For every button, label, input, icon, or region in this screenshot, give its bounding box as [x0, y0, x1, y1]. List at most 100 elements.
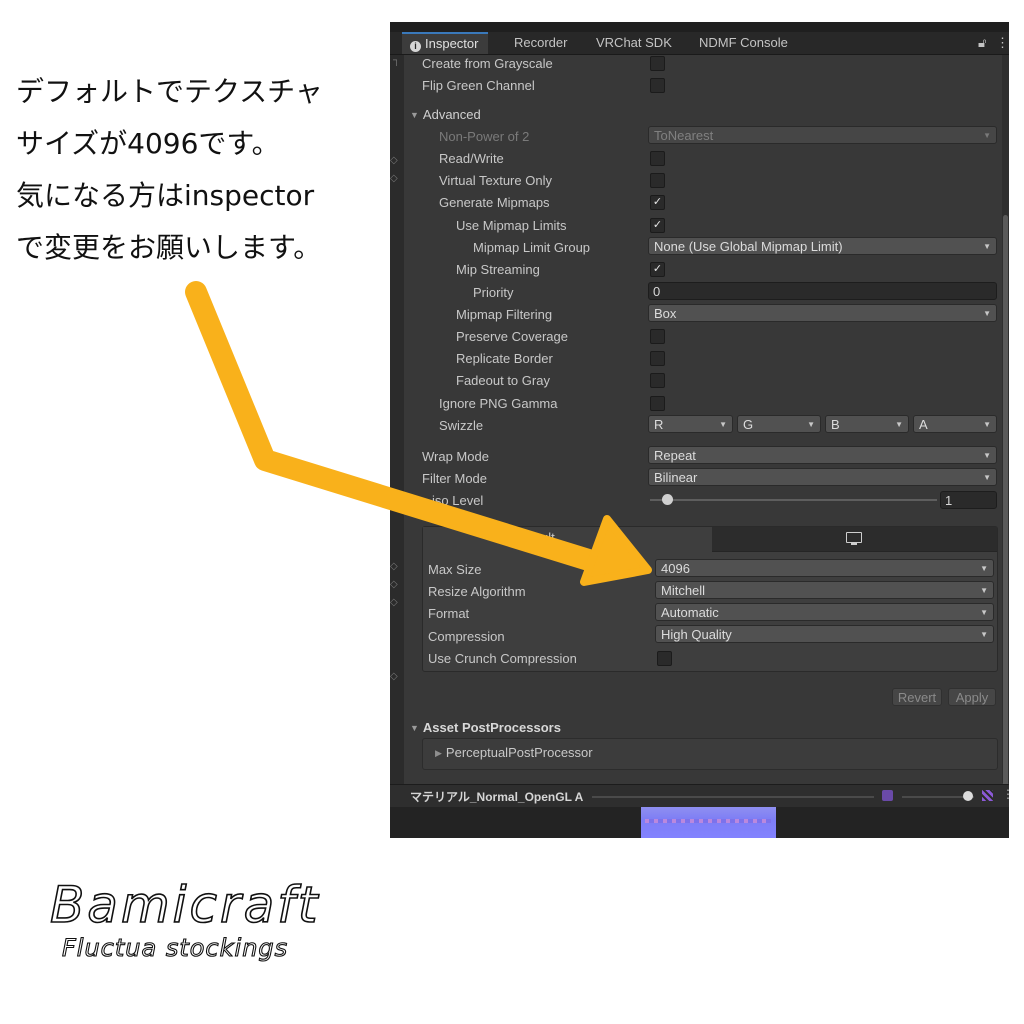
- chevron-down-icon: ▼: [980, 608, 988, 617]
- logo-title: Bamicraft: [50, 876, 320, 934]
- gutter-bracket-icon: ┐: [393, 55, 401, 66]
- preserve-coverage-checkbox[interactable]: [650, 329, 665, 344]
- gutter-diamond-icon: ◇: [390, 597, 398, 608]
- swizzle-a-dropdown[interactable]: A ▼: [913, 415, 997, 433]
- max-size-value: 4096: [661, 561, 690, 576]
- read-write-checkbox[interactable]: [650, 151, 665, 166]
- tab-platform-default-label: ult: [541, 530, 555, 545]
- swizzle-r-value: R: [654, 417, 664, 432]
- tab-vrchat-sdk[interactable]: VRChat SDK: [594, 32, 674, 54]
- chevron-down-icon: ▼: [983, 242, 991, 251]
- swizzle-b-dropdown[interactable]: B ▼: [825, 415, 909, 433]
- mipmap-limit-group-dropdown[interactable]: None (Use Global Mipmap Limit) ▼: [648, 237, 997, 255]
- tab-bar: i Inspector Recorder VRChat SDK NDMF Cons…: [390, 32, 1009, 55]
- note-line-4: で変更をお願いします。: [16, 231, 322, 264]
- swizzle-b-value: B: [831, 417, 840, 432]
- chevron-down-icon: ▼: [983, 451, 991, 460]
- compression-dropdown[interactable]: High Quality ▼: [655, 625, 994, 643]
- mipmap-filtering-dropdown[interactable]: Box ▼: [648, 304, 997, 322]
- create-from-grayscale-checkbox[interactable]: [650, 56, 665, 71]
- note-line-2: サイズが4096です。: [16, 127, 280, 160]
- advanced-foldout[interactable]: ▼ Advanced: [410, 107, 481, 122]
- tab-inspector[interactable]: i Inspector: [402, 32, 489, 54]
- normal-map-preview: [641, 807, 776, 838]
- kebab-menu-icon[interactable]: ⋮: [996, 35, 1009, 51]
- chevron-down-icon: ▼: [983, 309, 991, 318]
- gutter-diamond-icon: ◇: [390, 155, 398, 166]
- generate-mipmaps-checkbox[interactable]: ✓: [650, 195, 665, 210]
- asset-postprocessors-title: Asset PostProcessors: [422, 720, 561, 735]
- revert-button[interactable]: Revert: [892, 688, 942, 706]
- chevron-down-icon: ▼: [807, 420, 815, 429]
- tab-platform-pc[interactable]: [712, 527, 997, 552]
- scrollbar-thumb[interactable]: [1003, 215, 1008, 805]
- aniso-level-slider-knob[interactable]: [661, 494, 673, 505]
- tab-ndmf-console[interactable]: NDMF Console: [697, 32, 790, 54]
- swizzle-r-dropdown[interactable]: R ▼: [648, 415, 733, 433]
- create-from-grayscale-label: Create from Grayscale: [422, 56, 553, 71]
- use-mipmap-limits-checkbox[interactable]: ✓: [650, 218, 665, 233]
- foldout-open-icon: ▼: [410, 723, 419, 733]
- flip-green-channel-checkbox[interactable]: [650, 78, 665, 93]
- swizzle-g-dropdown[interactable]: G ▼: [737, 415, 821, 433]
- max-size-label: Max Size: [428, 562, 482, 577]
- aniso-level-field[interactable]: 1: [940, 491, 997, 509]
- priority-label: Priority: [473, 285, 514, 300]
- use-crunch-compression-checkbox[interactable]: [657, 651, 672, 666]
- lock-icon[interactable]: 🔓︎: [978, 35, 986, 51]
- bamicraft-logo: Bamicraft Fluctua stockings: [49, 875, 320, 962]
- non-power-of-2-label: Non-Power of 2: [439, 129, 530, 144]
- format-label: Format: [428, 606, 470, 621]
- filter-mode-label: Filter Mode: [422, 471, 488, 486]
- max-size-dropdown[interactable]: 4096 ▼: [655, 559, 994, 577]
- use-crunch-compression-label: Use Crunch Compression: [428, 651, 577, 666]
- monitor-icon: [846, 532, 862, 545]
- ignore-png-gamma-checkbox[interactable]: [650, 396, 665, 411]
- left-gutter: ┐ ◇ ◇ ◇ ◇ ◇ ◇ ◇: [390, 55, 404, 805]
- mip-streaming-checkbox[interactable]: ✓: [650, 262, 665, 277]
- mip-slider-knob[interactable]: [963, 791, 973, 801]
- replicate-border-checkbox[interactable]: [650, 351, 665, 366]
- info-icon: i: [410, 41, 421, 52]
- gutter-diamond-icon: ◇: [390, 579, 398, 590]
- apply-button[interactable]: Apply: [948, 688, 996, 706]
- fadeout-to-gray-checkbox[interactable]: [650, 373, 665, 388]
- tab-recorder[interactable]: Recorder: [512, 32, 569, 54]
- swizzle-label: Swizzle: [439, 418, 484, 433]
- preview-title: マテリアル_Normal_OpenGL A: [410, 790, 584, 804]
- virtual-texture-only-label: Virtual Texture Only: [439, 173, 552, 188]
- kebab-menu-icon[interactable]: ⋮: [1002, 787, 1009, 801]
- tab-platform-default[interactable]: ult: [423, 527, 712, 551]
- resize-algorithm-dropdown[interactable]: Mitchell ▼: [655, 581, 994, 599]
- priority-field[interactable]: 0: [648, 282, 997, 300]
- chevron-down-icon: ▼: [983, 131, 991, 140]
- chevron-down-icon: ▼: [980, 630, 988, 639]
- preview-header: マテリアル_Normal_OpenGL A ⋮: [390, 784, 1009, 807]
- platform-settings-panel: ult Max Size 4096 ▼ Resize Algorithm Mitc…: [422, 526, 998, 672]
- compression-label: Compression: [428, 629, 505, 644]
- swizzle-a-value: A: [919, 417, 928, 432]
- use-mipmap-limits-label: Use Mipmap Limits: [456, 218, 567, 233]
- compression-value: High Quality: [661, 627, 732, 642]
- color-channel-icon[interactable]: [882, 790, 893, 801]
- non-power-of-2-dropdown[interactable]: ToNearest ▼: [648, 126, 997, 144]
- wrap-mode-dropdown[interactable]: Repeat ▼: [648, 446, 997, 464]
- aniso-level-slider-track[interactable]: [650, 499, 937, 501]
- gutter-diamond-icon: ◇: [390, 671, 398, 682]
- gutter-diamond-icon: ◇: [390, 173, 398, 184]
- asset-postprocessors-foldout[interactable]: ▼ Asset PostProcessors: [410, 720, 561, 735]
- virtual-texture-only-checkbox[interactable]: [650, 173, 665, 188]
- alpha-checker-icon[interactable]: [982, 790, 993, 801]
- format-dropdown[interactable]: Automatic ▼: [655, 603, 994, 621]
- filter-mode-dropdown[interactable]: Bilinear ▼: [648, 468, 997, 486]
- mipmap-filtering-label: Mipmap Filtering: [456, 307, 553, 322]
- generate-mipmaps-label: Generate Mipmaps: [439, 195, 550, 210]
- inspector-scrollbar[interactable]: [1002, 55, 1009, 805]
- aniso-level-label: iso Level: [432, 493, 484, 508]
- mipmap-limit-group-value: None (Use Global Mipmap Limit): [654, 239, 843, 254]
- filter-mode-value: Bilinear: [654, 470, 698, 485]
- postprocessor-item[interactable]: ▶ PerceptualPostProcessor: [435, 745, 593, 760]
- read-write-label: Read/Write: [439, 151, 504, 166]
- replicate-border-label: Replicate Border: [456, 351, 553, 366]
- mipmap-limit-group-label: Mipmap Limit Group: [473, 240, 591, 255]
